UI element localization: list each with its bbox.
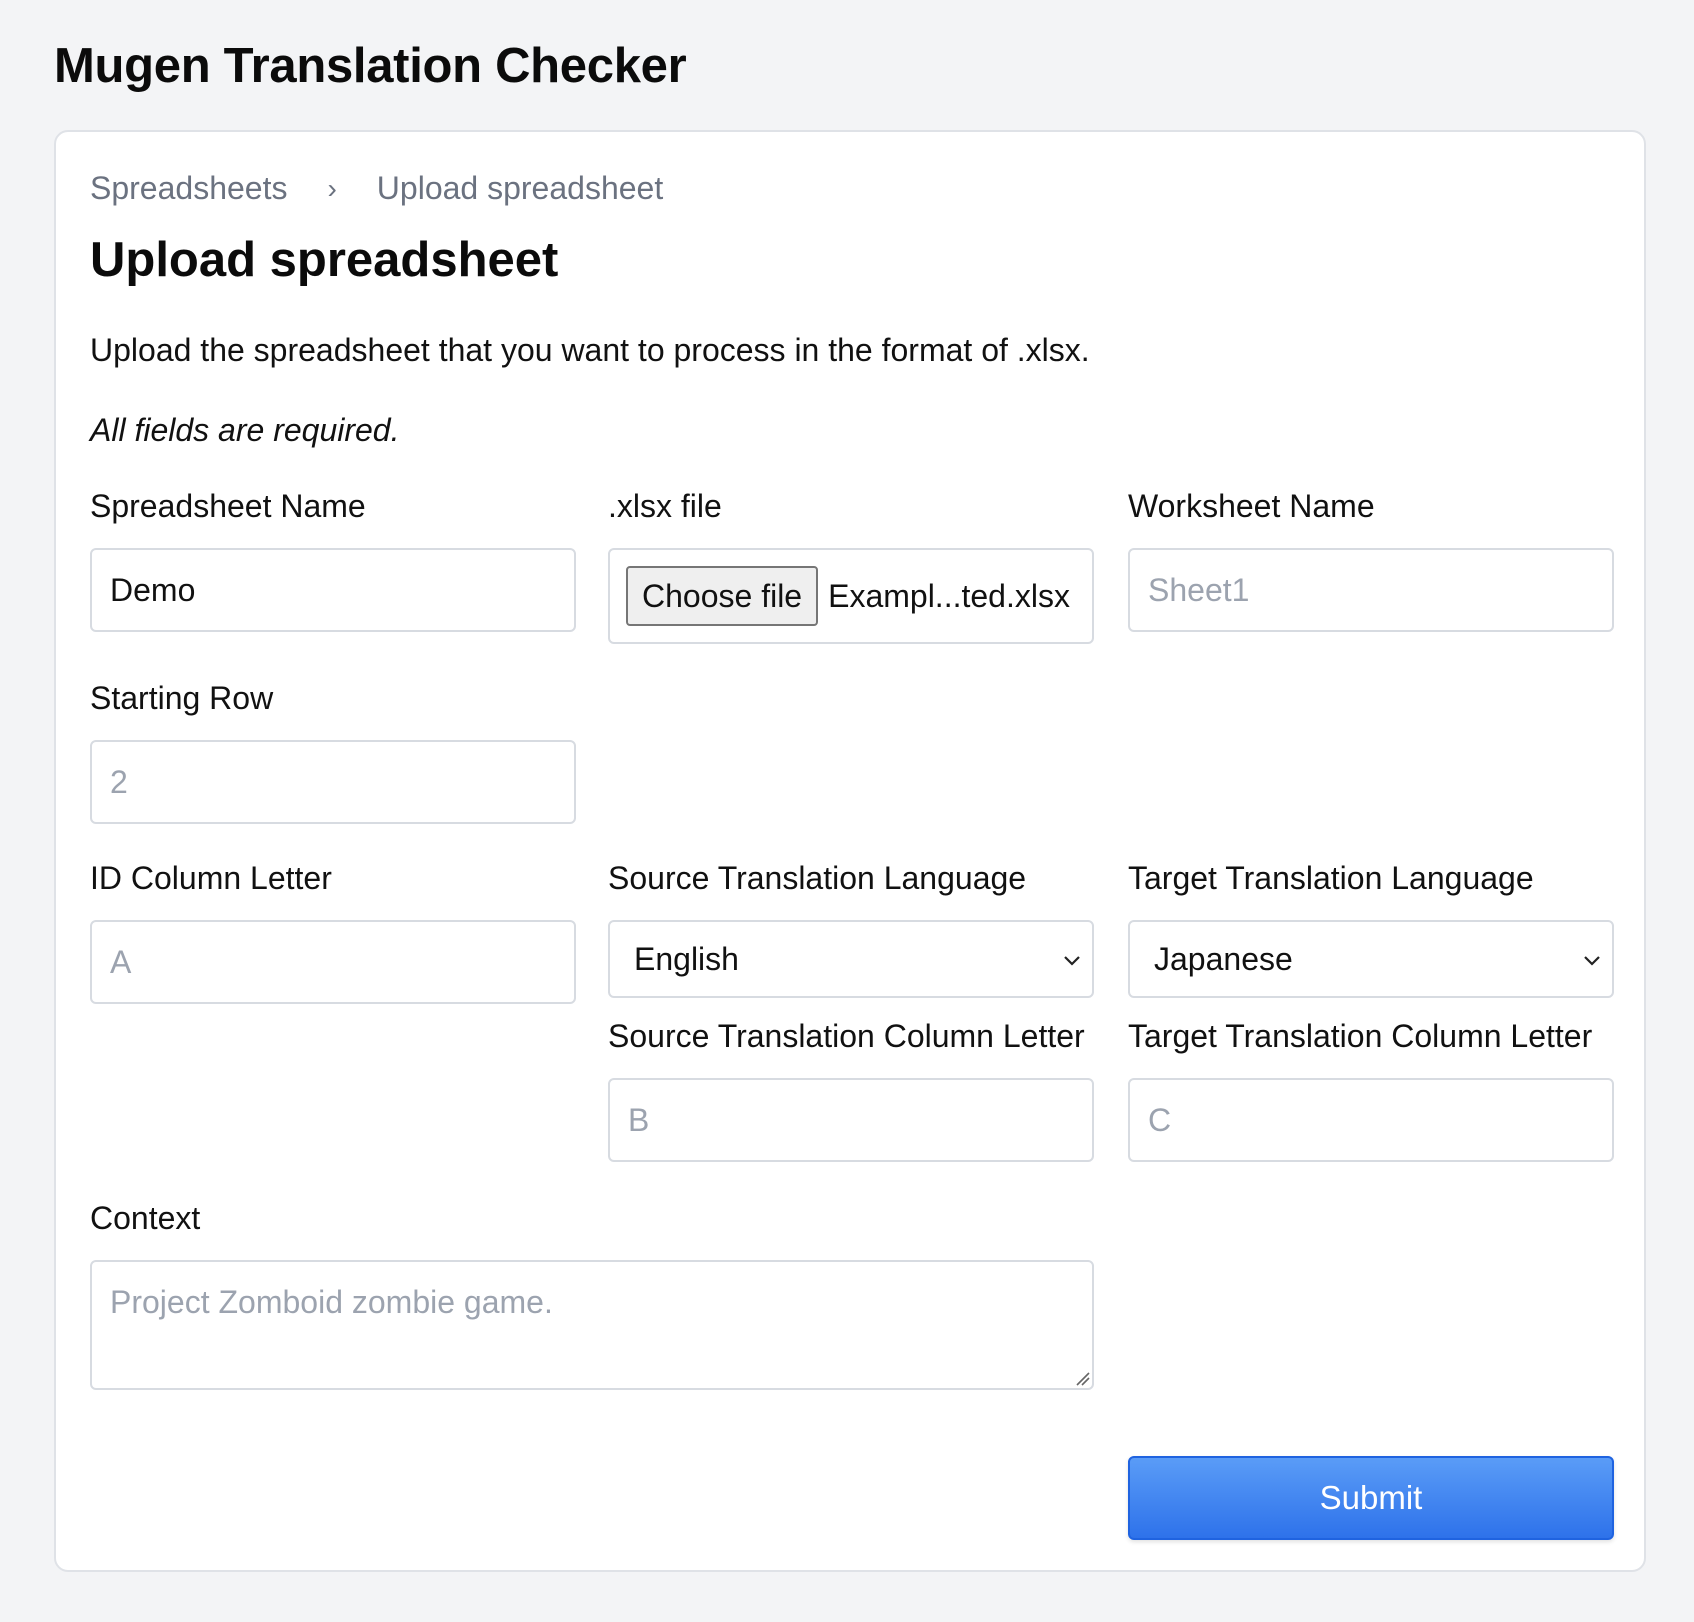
page-description: Upload the spreadsheet that you want to … bbox=[90, 332, 1090, 368]
worksheet-name-input[interactable] bbox=[1128, 548, 1614, 632]
xlsx-file-input[interactable]: Choose file Exampl...ted.xlsx bbox=[608, 548, 1094, 644]
chevron-down-icon bbox=[1064, 956, 1080, 966]
required-fields-note: All fields are required. bbox=[90, 412, 400, 448]
context-label: Context bbox=[90, 1200, 201, 1236]
selected-file-name: Exampl...ted.xlsx bbox=[828, 577, 1070, 614]
source-language-label: Source Translation Language bbox=[608, 860, 1027, 896]
starting-row-input[interactable] bbox=[90, 740, 576, 824]
breadcrumb-spreadsheets-link[interactable]: Spreadsheets bbox=[90, 170, 287, 207]
breadcrumb-current-page: Upload spreadsheet bbox=[376, 170, 664, 206]
target-language-select[interactable]: Japanese bbox=[1128, 920, 1614, 998]
target-language-value: Japanese bbox=[1154, 940, 1293, 977]
choose-file-button[interactable]: Choose file bbox=[626, 566, 819, 626]
submit-button[interactable]: Submit bbox=[1128, 1456, 1614, 1540]
starting-row-label: Starting Row bbox=[90, 680, 274, 716]
resize-handle-icon[interactable] bbox=[1074, 1370, 1090, 1386]
id-column-letter-label: ID Column Letter bbox=[90, 860, 332, 896]
breadcrumb: Spreadsheets › Upload spreadsheet bbox=[90, 170, 663, 207]
app-title: Mugen Translation Checker bbox=[54, 39, 687, 93]
source-column-letter-input[interactable] bbox=[608, 1078, 1094, 1162]
source-column-letter-label: Source Translation Column Letter bbox=[608, 1018, 1085, 1054]
source-language-select[interactable]: English bbox=[608, 920, 1094, 998]
spreadsheet-name-input[interactable] bbox=[90, 548, 576, 632]
page-title: Upload spreadsheet bbox=[90, 233, 559, 287]
spreadsheet-name-label: Spreadsheet Name bbox=[90, 488, 366, 524]
xlsx-file-label: .xlsx file bbox=[608, 488, 722, 524]
chevron-down-icon bbox=[1584, 956, 1600, 966]
chevron-right-icon: › bbox=[327, 172, 337, 204]
context-textarea[interactable] bbox=[90, 1260, 1094, 1390]
worksheet-name-label: Worksheet Name bbox=[1128, 488, 1375, 524]
upload-card: Spreadsheets › Upload spreadsheet Upload… bbox=[54, 130, 1646, 1572]
target-column-letter-input[interactable] bbox=[1128, 1078, 1614, 1162]
target-column-letter-label: Target Translation Column Letter bbox=[1128, 1018, 1593, 1054]
target-language-label: Target Translation Language bbox=[1128, 860, 1534, 896]
source-language-value: English bbox=[634, 940, 739, 977]
id-column-letter-input[interactable] bbox=[90, 920, 576, 1004]
